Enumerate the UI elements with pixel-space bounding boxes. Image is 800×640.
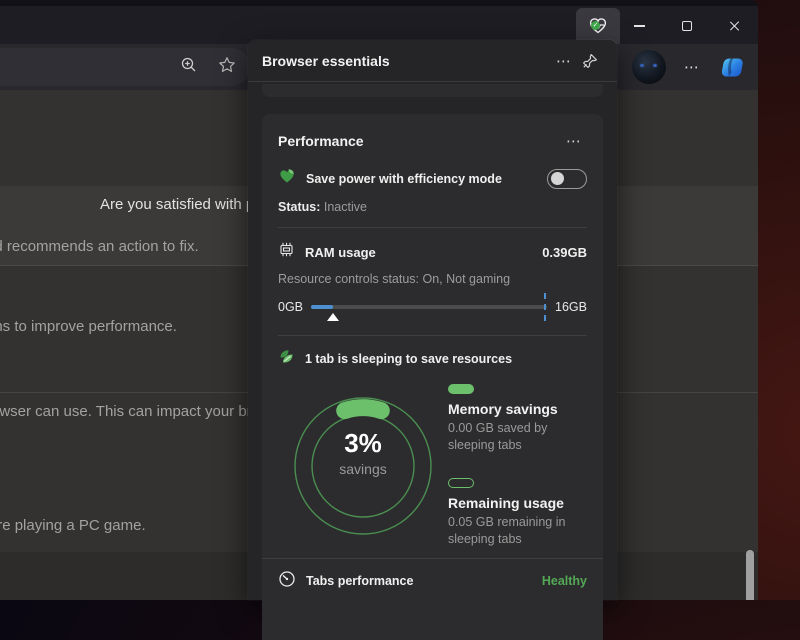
scrolled-card-bottom <box>262 84 603 97</box>
slider-track[interactable] <box>311 305 547 309</box>
browser-essentials-button[interactable]: ✓ <box>576 8 620 44</box>
memory-savings-title: Memory savings <box>448 401 587 417</box>
memory-savings-desc: 0.00 GB saved by sleeping tabs <box>448 420 573 454</box>
remaining-usage-pill-icon <box>448 478 474 488</box>
savings-chart-row: 3% savings Memory savings 0.00 GB saved … <box>278 374 587 552</box>
ram-chip-icon <box>278 241 295 263</box>
resource-controls-status: Resource controls status: On, Not gaming <box>278 272 587 286</box>
divider <box>278 335 587 336</box>
status-label: Status: <box>278 200 320 214</box>
more-icon: ⋯ <box>684 58 700 76</box>
gauge-icon <box>278 570 296 593</box>
performance-card: Performance ⋯ Save power with efficiency… <box>262 114 603 640</box>
tabs-performance-status: Healthy <box>542 574 587 588</box>
address-bar[interactable] <box>0 48 250 86</box>
green-check-badge: ✓ <box>591 21 600 30</box>
minimize-button[interactable] <box>622 12 656 40</box>
close-button[interactable] <box>718 12 752 40</box>
slider-limit-dashed-line[interactable] <box>544 293 546 321</box>
status-value: Inactive <box>320 200 367 214</box>
divider <box>278 227 587 228</box>
panel-title: Browser essentials <box>262 53 551 69</box>
scrollbar-thumb[interactable] <box>746 550 754 600</box>
minimize-icon <box>634 25 645 26</box>
ram-slider[interactable]: 0GB 16GB <box>278 300 587 322</box>
page-text-fragment: ons to improve performance. <box>0 318 177 335</box>
leaf-icon <box>278 348 295 370</box>
page-heading-fragment: Are you satisfied with pe <box>100 196 263 213</box>
memory-savings-pill-icon <box>448 384 474 394</box>
efficiency-mode-toggle[interactable] <box>547 169 587 189</box>
pin-icon <box>582 53 598 69</box>
tabs-performance-row[interactable]: Tabs performance Healthy <box>278 559 587 603</box>
close-icon <box>729 20 741 32</box>
more-icon: ⋯ <box>566 132 582 150</box>
remaining-usage-title: Remaining usage <box>448 495 587 511</box>
more-icon: ⋯ <box>556 52 572 70</box>
maximize-icon <box>682 21 692 31</box>
remaining-usage-desc: 0.05 GB remaining in sleeping tabs <box>448 514 573 548</box>
slider-fill <box>311 305 333 309</box>
slider-min-label: 0GB <box>278 300 303 314</box>
performance-title: Performance <box>278 133 364 149</box>
profile-avatar[interactable] <box>632 50 666 84</box>
favorites-star-icon[interactable] <box>218 56 236 79</box>
zoom-in-icon[interactable] <box>180 56 198 79</box>
efficiency-mode-label: Save power with efficiency mode <box>306 172 537 186</box>
panel-header: Browser essentials ⋯ <box>248 40 617 82</box>
maximize-button[interactable] <box>670 12 704 40</box>
heart-pulse-icon: ✓ <box>588 16 608 36</box>
page-text-fragment: u're playing a PC game. <box>0 517 146 534</box>
efficiency-status: Status: Inactive <box>278 200 587 214</box>
savings-donut-chart: 3% savings <box>278 374 448 552</box>
tabs-performance-label: Tabs performance <box>306 574 532 588</box>
title-bar: ✓ <box>0 0 758 44</box>
slider-marker-triangle[interactable] <box>327 313 339 321</box>
slider-max-label: 16GB <box>555 300 587 314</box>
toggle-knob <box>551 172 564 185</box>
settings-more-button[interactable]: ⋯ <box>680 50 704 84</box>
sleeping-tabs-message: 1 tab is sleeping to save resources <box>305 352 512 366</box>
panel-more-button[interactable]: ⋯ <box>551 48 577 74</box>
ram-usage-value: 0.39GB <box>542 245 587 260</box>
chart-legend: Memory savings 0.00 GB saved by sleeping… <box>448 374 587 552</box>
efficiency-heart-leaf-icon <box>278 167 296 190</box>
page-text-fragment: nd recommends an action to fix. <box>0 238 199 255</box>
copilot-icon[interactable] <box>720 54 747 81</box>
page-text-fragment: rowser can use. This can impact your bro… <box>0 403 271 420</box>
browser-essentials-panel: Browser essentials ⋯ Performance ⋯ Save … <box>248 40 617 600</box>
pin-panel-button[interactable] <box>577 48 603 74</box>
performance-more-button[interactable]: ⋯ <box>561 128 587 154</box>
savings-label: savings <box>278 461 448 477</box>
ram-usage-label: RAM usage <box>305 245 532 260</box>
savings-percent: 3% <box>278 428 448 459</box>
